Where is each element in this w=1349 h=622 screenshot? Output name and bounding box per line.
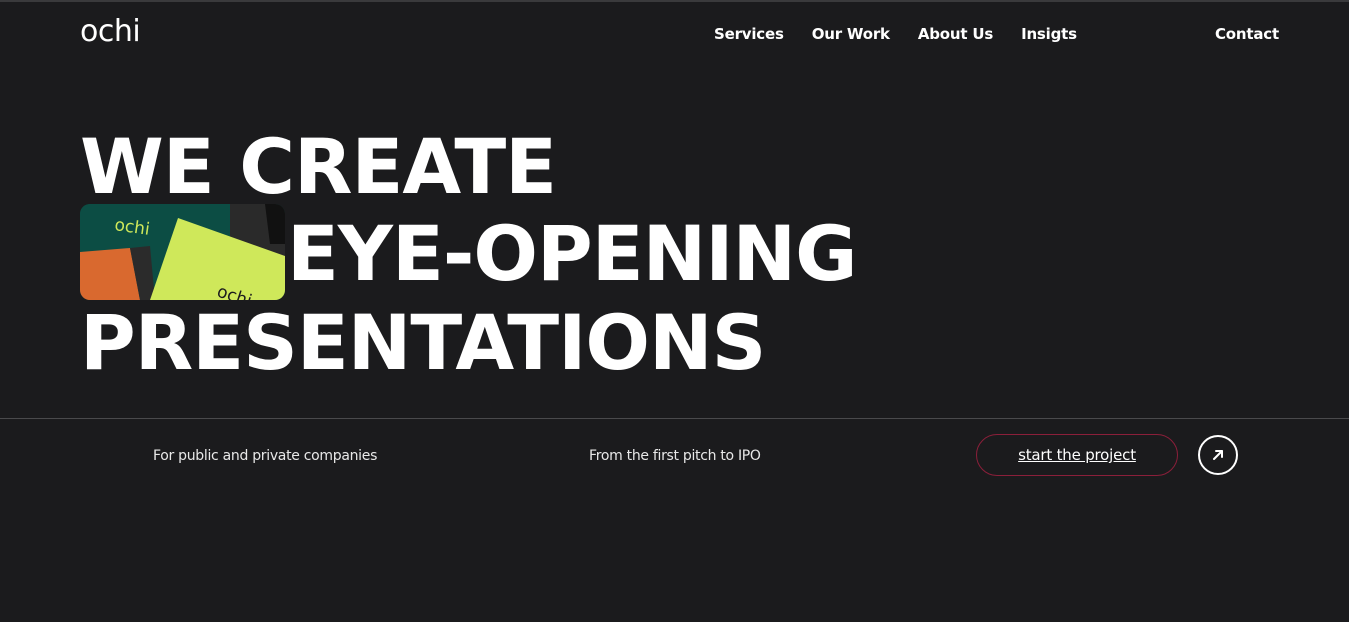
landing-page: ochi Services Our Work About Us Insigts … bbox=[0, 0, 1349, 622]
hero-inline-image: ochi ochi bbox=[80, 204, 285, 300]
arrow-up-right-icon bbox=[1213, 450, 1223, 460]
ochi-logo[interactable]: ochi bbox=[80, 14, 141, 50]
start-project-label: start the project bbox=[1018, 446, 1136, 464]
hero-heading-line-3: PRESENTATIONS bbox=[80, 298, 766, 387]
nav-item-about-us[interactable]: About Us bbox=[918, 24, 993, 44]
brand-cards-illustration: ochi ochi bbox=[80, 204, 285, 300]
hero-heading-line-2: EYE-OPENING bbox=[287, 209, 858, 298]
start-project-button[interactable]: start the project bbox=[976, 434, 1178, 476]
nav-item-our-work[interactable]: Our Work bbox=[812, 24, 890, 44]
top-edge bbox=[0, 0, 1349, 2]
main-nav: Services Our Work About Us Insigts bbox=[714, 24, 1077, 44]
nav-item-services[interactable]: Services bbox=[714, 24, 784, 44]
start-project-arrow-button[interactable] bbox=[1198, 435, 1238, 475]
tagline-pitch-to-ipo: From the first pitch to IPO bbox=[589, 448, 761, 464]
nav-item-insights[interactable]: Insigts bbox=[1021, 24, 1077, 44]
hero-heading-line-1: WE CREATE bbox=[80, 122, 557, 211]
nav-item-contact[interactable]: Contact bbox=[1215, 24, 1279, 44]
tagline-companies: For public and private companies bbox=[153, 448, 378, 464]
section-divider bbox=[0, 418, 1349, 419]
